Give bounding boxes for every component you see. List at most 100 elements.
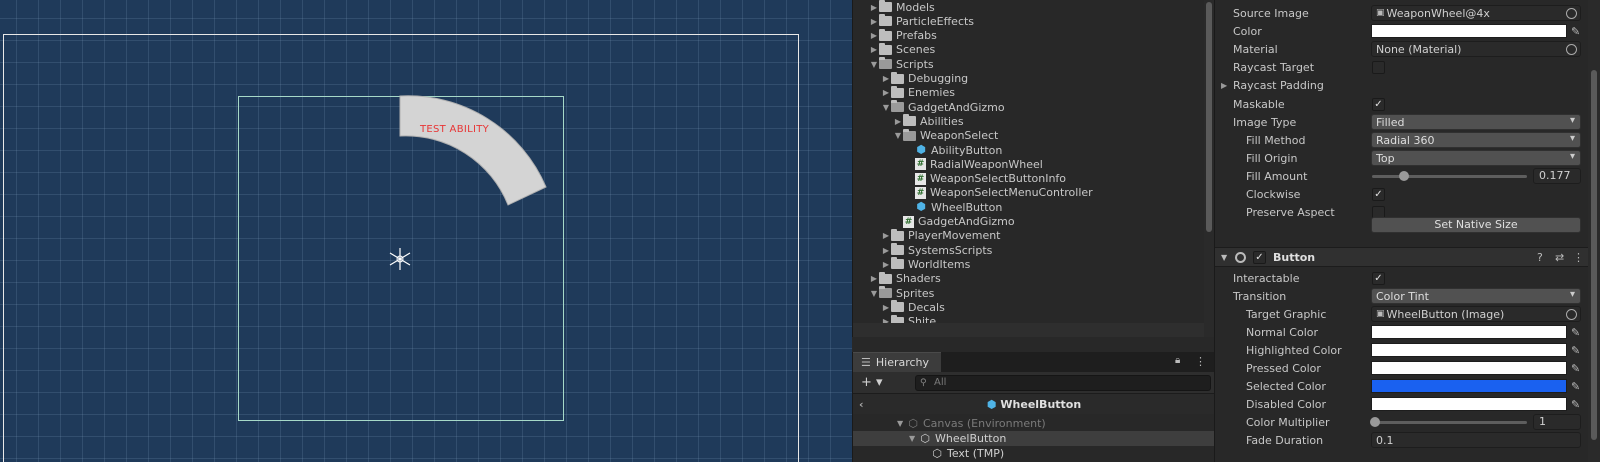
hierarchy-search-input[interactable]: ⚲ All — [915, 375, 1211, 391]
chevron-right-icon[interactable]: ▶ — [881, 74, 891, 83]
project-item[interactable]: ▶ Shaders — [869, 271, 941, 286]
eyedropper-icon[interactable]: ✎ — [1571, 380, 1583, 393]
project-item[interactable]: # RadialWeaponWheel — [905, 157, 1043, 171]
project-item[interactable]: ▶ Scenes — [869, 42, 935, 57]
chevron-right-icon[interactable]: ▶ — [869, 31, 879, 40]
fill-origin-dropdown[interactable]: Top — [1371, 150, 1581, 166]
maskable-checkbox[interactable]: ✓ — [1372, 97, 1385, 111]
project-item[interactable]: ▶ Decals — [881, 300, 945, 314]
hierarchy-row[interactable]: ▼ ⬡ Canvas (Environment) — [853, 416, 1215, 431]
project-item[interactable]: ▶ SystemsScripts — [881, 243, 992, 257]
interactable-checkbox[interactable]: ✓ — [1372, 271, 1385, 285]
object-picker-icon[interactable] — [1566, 309, 1577, 320]
inspector-scroll-thumb[interactable] — [1591, 70, 1597, 440]
project-scroll-thumb[interactable] — [1206, 2, 1212, 232]
chevron-right-icon[interactable]: ▶ — [881, 303, 891, 312]
eyedropper-icon[interactable]: ✎ — [1571, 25, 1583, 38]
project-item[interactable]: ▶ Debugging — [881, 71, 968, 86]
project-item[interactable]: # WeaponSelectMenuController — [905, 186, 1093, 200]
preset-icon[interactable]: ⇄ — [1555, 251, 1564, 264]
project-item[interactable]: ▶ Abilities — [893, 114, 964, 128]
object-picker-icon[interactable] — [1566, 8, 1577, 19]
eyedropper-icon[interactable]: ✎ — [1571, 398, 1583, 411]
lock-icon[interactable]: 🔒︎ — [1175, 355, 1180, 366]
project-item-label: WheelButton — [931, 200, 1003, 214]
project-item[interactable]: ▶ WorldItems — [881, 257, 970, 271]
project-item[interactable]: ⬢ AbilityButton — [905, 143, 1002, 157]
disabled-color-swatch[interactable] — [1371, 397, 1567, 411]
project-item[interactable]: ⬢ WheelButton — [905, 200, 1002, 214]
more-icon[interactable]: ⋮ — [1195, 355, 1206, 368]
inspector-scrollbar[interactable] — [1588, 0, 1600, 462]
project-item[interactable]: ▶ Prefabs — [869, 28, 937, 43]
chevron-right-icon[interactable]: ▶ — [881, 260, 891, 269]
color-swatch[interactable] — [1371, 24, 1567, 38]
chevron-down-icon[interactable]: ▼ — [897, 419, 907, 428]
chevron-right-icon[interactable]: ▶ — [893, 117, 903, 126]
button-enabled-checkbox[interactable]: ✓ — [1253, 251, 1266, 264]
chevron-down-icon[interactable]: ▼ — [909, 434, 919, 443]
highlighted-color-swatch[interactable] — [1371, 343, 1567, 357]
project-scrollbar[interactable] — [1204, 0, 1214, 337]
color-multiplier-slider[interactable] — [1370, 416, 1527, 427]
chevron-right-icon[interactable]: ▶ — [881, 246, 891, 255]
fill-amount-slider[interactable] — [1372, 170, 1527, 181]
tab-hierarchy[interactable]: ☰ Hierarchy — [853, 352, 941, 372]
set-native-size-button[interactable]: Set Native Size — [1371, 217, 1581, 233]
selected-color-swatch[interactable] — [1371, 379, 1567, 393]
normal-color-swatch[interactable] — [1371, 325, 1567, 339]
pivot-gizmo-icon[interactable] — [387, 246, 413, 272]
scene-view[interactable]: TEST ABILITY — [0, 0, 852, 462]
project-item[interactable]: ▼ Scripts — [869, 57, 934, 71]
button-component-header[interactable]: ▼ ✓ Button ? ⇄ ⋮ — [1215, 247, 1600, 267]
project-item[interactable]: ▶ ParticleEffects — [869, 14, 974, 28]
pressed-color-swatch[interactable] — [1371, 361, 1567, 375]
project-item[interactable]: ▶ Models — [869, 0, 935, 14]
chevron-right-icon[interactable]: ▶ — [869, 45, 879, 54]
fill-method-dropdown[interactable]: Radial 360 — [1371, 132, 1581, 148]
chevron-down-icon[interactable]: ▼ — [869, 289, 879, 298]
eyedropper-icon[interactable]: ✎ — [1571, 362, 1583, 375]
image-type-dropdown[interactable]: Filled — [1371, 114, 1581, 130]
chevron-down-icon[interactable]: ▼ — [893, 131, 903, 140]
project-item[interactable]: ▶ Enemies — [881, 85, 955, 100]
transition-dropdown[interactable]: Color Tint — [1371, 288, 1581, 304]
back-arrow-icon[interactable]: ‹ — [859, 398, 864, 411]
chevron-right-icon[interactable]: ▶ — [869, 17, 879, 26]
project-item[interactable]: ▼ GadgetAndGizmo — [881, 100, 1005, 114]
fill-amount-slider-handle[interactable] — [1398, 170, 1409, 181]
eyedropper-icon[interactable]: ✎ — [1571, 326, 1583, 339]
help-icon[interactable]: ? — [1537, 251, 1543, 264]
color-multiplier-slider-handle[interactable] — [1370, 416, 1380, 427]
hierarchy-row[interactable]: ▼ ⬡ WheelButton — [853, 431, 1215, 446]
project-item[interactable]: # GadgetAndGizmo — [893, 215, 1015, 229]
project-item[interactable]: ▼ Sprites — [869, 286, 934, 300]
fill-amount-input[interactable]: 0.177 — [1533, 168, 1581, 184]
fade-duration-input[interactable]: 0.1 — [1371, 432, 1581, 448]
chevron-right-icon[interactable]: ▶ — [869, 3, 879, 12]
row-raycast-padding[interactable]: ▶ Raycast Padding — [1215, 76, 1587, 94]
chevron-right-icon[interactable]: ▶ — [881, 88, 891, 97]
project-item[interactable]: ▶ PlayerMovement — [881, 228, 1001, 243]
source-image-field[interactable]: ▣ WeaponWheel@4x — [1371, 5, 1581, 21]
project-item[interactable]: # WeaponSelectButtonInfo — [905, 172, 1066, 186]
more-icon[interactable]: ⋮ — [1573, 251, 1584, 264]
chevron-right-icon[interactable]: ▶ — [881, 231, 891, 240]
project-item[interactable]: ▼ WeaponSelect — [893, 128, 998, 143]
chevron-right-icon[interactable]: ▶ — [869, 274, 879, 283]
raycast-target-checkbox[interactable] — [1372, 60, 1385, 74]
wheel-wedge[interactable] — [0, 0, 852, 462]
object-picker-icon[interactable] — [1566, 44, 1577, 55]
target-graphic-field[interactable]: ▣ WheelButton (Image) — [1371, 306, 1581, 322]
color-multiplier-input[interactable]: 1 — [1533, 414, 1581, 430]
chevron-down-icon[interactable]: ▼ — [881, 103, 891, 112]
material-field[interactable]: None (Material) — [1371, 41, 1581, 57]
hierarchy-row[interactable]: ⬡ Text (TMP) — [853, 446, 1215, 461]
clockwise-checkbox[interactable]: ✓ — [1372, 187, 1385, 201]
chevron-down-icon[interactable]: ▼ — [869, 60, 879, 69]
hierarchy-tab-label: Hierarchy — [875, 356, 930, 369]
foldout-arrow-icon[interactable]: ▶ — [1221, 81, 1227, 90]
add-object-button[interactable]: + ▾ — [861, 375, 885, 390]
eyedropper-icon[interactable]: ✎ — [1571, 344, 1583, 357]
foldout-arrow-icon[interactable]: ▼ — [1221, 253, 1227, 262]
